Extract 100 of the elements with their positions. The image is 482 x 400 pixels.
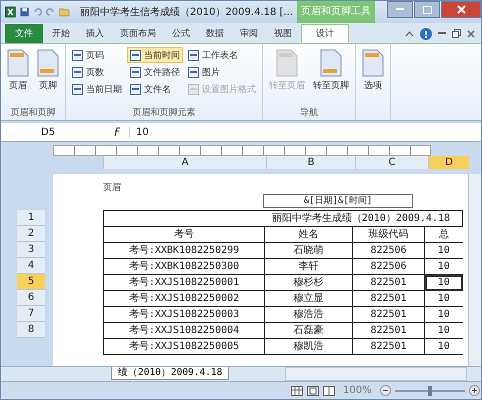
- save-icon[interactable]: [20, 6, 29, 18]
- column-title: 总: [424, 226, 463, 242]
- ribbon-tab[interactable]: 公式: [165, 24, 197, 43]
- zoom-in-icon[interactable]: [468, 385, 480, 396]
- ribbon-tab[interactable]: 数据: [199, 24, 231, 43]
- ribbon-button[interactable]: 页数: [69, 64, 125, 80]
- table-cell: 822506: [352, 258, 424, 274]
- column-title: 姓名: [264, 226, 352, 242]
- group-label: 导航: [299, 107, 319, 120]
- header-field[interactable]: &[日期]&[时间]: [263, 194, 413, 208]
- document-icon: [276, 49, 298, 77]
- file-tab[interactable]: 文件: [5, 24, 43, 43]
- ribbon-button[interactable]: 图片: [185, 64, 259, 80]
- ribbon-tab[interactable]: 页面布局: [113, 24, 163, 43]
- table-cell: 822506: [352, 242, 424, 258]
- ribbon-button[interactable]: 页眉: [4, 47, 32, 102]
- minimize-icon: [396, 8, 404, 11]
- close-icon: [456, 5, 466, 14]
- ribbon-tab[interactable]: 审阅: [233, 24, 265, 43]
- table-cell: 考号:XXBK1082250299: [104, 242, 264, 258]
- row-header[interactable]: 1: [17, 210, 45, 226]
- table-cell: 考号:XXJS1082250003: [104, 306, 264, 322]
- table-title: 丽阳中学考生成绩（2010）2009.4.18: [104, 210, 463, 226]
- ribbon-tab[interactable]: 插入: [79, 24, 111, 43]
- table-cell: 考号:XXJS1082250001: [104, 274, 264, 290]
- sheet-tab[interactable]: 绩（2010）2009.4.18: [111, 367, 230, 380]
- document-icon: [130, 84, 141, 94]
- zoom-out-icon[interactable]: [380, 385, 391, 396]
- ribbon-button[interactable]: 文件路径: [127, 64, 183, 80]
- ribbon-button[interactable]: 转至页脚: [310, 47, 352, 102]
- ribbon-button[interactable]: 当前日期: [69, 81, 125, 97]
- row-header[interactable]: 5: [17, 274, 45, 290]
- help-icon[interactable]: [420, 28, 432, 40]
- document-icon: [188, 84, 199, 94]
- row-header[interactable]: 3: [17, 242, 45, 258]
- table-cell: 10: [424, 338, 463, 354]
- horizontal-scrollbar[interactable]: [285, 367, 467, 381]
- table-cell: 10: [424, 322, 463, 338]
- column-header[interactable]: D: [428, 156, 469, 169]
- table-cell: 石磊豪: [264, 322, 352, 338]
- document-icon: [72, 50, 83, 60]
- table-cell: 822501: [352, 306, 424, 322]
- ribbon-button[interactable]: 工作表名: [185, 47, 259, 63]
- table-cell: 822501: [352, 338, 424, 354]
- table-cell: 穆凯浩: [264, 338, 352, 354]
- minimize-icon[interactable]: [438, 32, 446, 35]
- minimize-button[interactable]: [387, 1, 413, 18]
- table-cell: 穆立显: [264, 290, 352, 306]
- formula-field[interactable]: 10: [129, 126, 481, 138]
- column-title: 班级代码: [352, 226, 424, 242]
- row-header[interactable]: 7: [17, 306, 45, 322]
- table-cell: 考号:XXJS1082250005: [104, 338, 264, 354]
- maximize-button[interactable]: [414, 1, 440, 18]
- row-header[interactable]: 4: [17, 258, 45, 274]
- table-cell: 822501: [352, 274, 424, 290]
- name-box[interactable]: D5: [1, 126, 105, 138]
- row-header[interactable]: 2: [17, 226, 45, 242]
- contextual-tab-title: 页眉和页脚工具: [297, 1, 375, 23]
- document-icon: [188, 66, 199, 78]
- maximize-icon: [422, 6, 432, 14]
- table-cell: 10: [424, 242, 463, 258]
- document-icon: [188, 50, 199, 60]
- ribbon-button[interactable]: 选项: [359, 47, 387, 102]
- ribbon-button[interactable]: 文件名: [127, 81, 183, 97]
- document-icon: [362, 49, 384, 77]
- column-header[interactable]: C: [355, 156, 428, 169]
- table-cell: 10: [424, 306, 463, 322]
- document-icon: [72, 84, 83, 94]
- page-layout-view-icon[interactable]: [307, 386, 319, 396]
- vertical-scrollbar[interactable]: [468, 174, 481, 366]
- ribbon-button[interactable]: 当前时间: [127, 47, 183, 63]
- row-header[interactable]: 6: [17, 290, 45, 306]
- document-icon: [320, 49, 342, 77]
- zoom-level: 100%: [343, 385, 372, 396]
- ribbon-tab[interactable]: 开始: [45, 24, 77, 43]
- ribbon-tab[interactable]: 设计: [301, 24, 349, 43]
- ribbon-button[interactable]: 页码: [69, 47, 125, 63]
- table-cell: 10: [424, 258, 463, 274]
- group-label: 页眉和页脚元素: [132, 107, 196, 120]
- column-header[interactable]: B: [266, 156, 355, 169]
- document-icon: [130, 50, 141, 60]
- column-header[interactable]: A: [103, 156, 266, 169]
- ribbon-tab[interactable]: 视图: [267, 24, 299, 43]
- excel-logo-icon[interactable]: [5, 5, 16, 19]
- page-break-view-icon[interactable]: [323, 386, 335, 396]
- table-cell: 考号:XXJS1082250004: [104, 322, 264, 338]
- table-cell: 10: [424, 274, 463, 290]
- table-cell: 10: [424, 290, 463, 306]
- window-title: 丽阳中学考生信考成绩（2010）2009.4.18 [...: [80, 6, 293, 19]
- row-header[interactable]: 8: [17, 322, 45, 338]
- close-icon[interactable]: [467, 30, 475, 38]
- collapse-ribbon-icon[interactable]: [405, 30, 414, 36]
- close-button[interactable]: [441, 1, 481, 18]
- zoom-slider-thumb[interactable]: [428, 386, 432, 396]
- restore-icon[interactable]: [452, 29, 461, 38]
- normal-view-icon[interactable]: [291, 386, 303, 396]
- document-icon: [72, 66, 83, 78]
- table-cell: 考号:XXBK1082250300: [104, 258, 264, 274]
- ribbon-button[interactable]: 页脚: [34, 47, 62, 102]
- document-icon: [7, 49, 29, 77]
